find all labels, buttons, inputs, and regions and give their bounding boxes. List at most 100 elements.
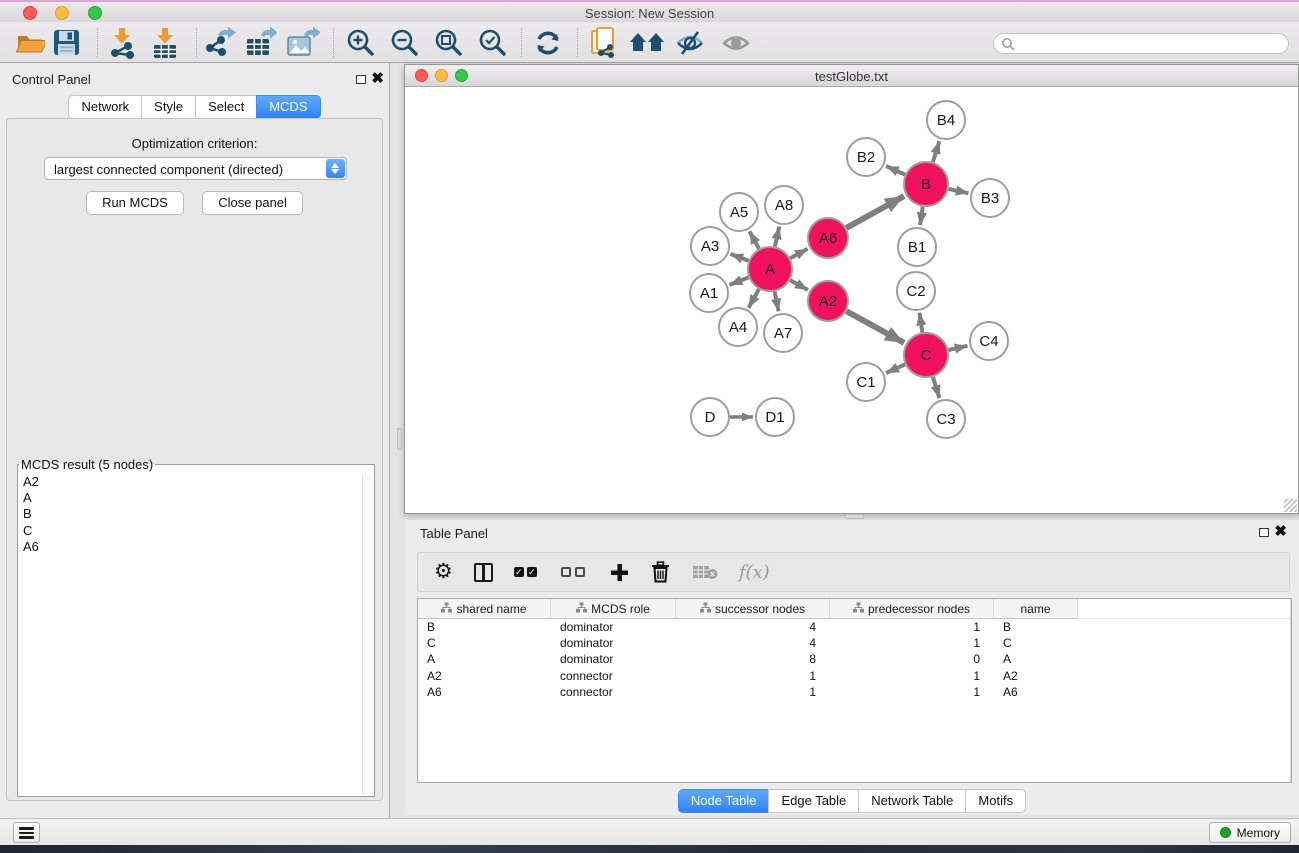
zoom-in-icon[interactable]: [343, 25, 379, 60]
table-cell[interactable]: dominator: [551, 652, 676, 666]
graph-edge-A-A4[interactable]: [749, 289, 759, 308]
houses-icon[interactable]: [629, 25, 665, 60]
graph-node-A1[interactable]: A1: [690, 274, 728, 312]
graph-node-A[interactable]: A: [748, 247, 792, 291]
graph-node-B4[interactable]: B4: [927, 101, 965, 139]
mcds-result-item[interactable]: C: [20, 523, 361, 539]
table-row[interactable]: Bdominator41B: [418, 619, 1291, 635]
network-graph[interactable]: B4B2BB3A5A8A6B1A3AC2A1A2A4A7C4CC1C3DD1: [405, 87, 1298, 513]
close-panel-icon[interactable]: ✖: [1274, 526, 1287, 538]
vertical-splitter-handle[interactable]: [397, 428, 402, 450]
table-tab-edge-table[interactable]: Edge Table: [768, 789, 859, 813]
graph-node-B3[interactable]: B3: [971, 179, 1009, 217]
graph-edge-A-A6[interactable]: [790, 249, 807, 258]
hide-graphics-details-icon[interactable]: [672, 25, 708, 60]
save-session-icon[interactable]: [48, 25, 84, 60]
graph-node-C[interactable]: C: [904, 333, 948, 377]
table-cell[interactable]: A: [418, 652, 551, 666]
node-table[interactable]: shared nameMCDS rolesuccessor nodesprede…: [417, 598, 1292, 783]
graph-node-D[interactable]: D: [691, 398, 729, 436]
apply-layout-icon[interactable]: [530, 25, 566, 60]
zoom-selected-icon[interactable]: [475, 25, 511, 60]
column-header-shared-name[interactable]: shared name: [418, 599, 551, 619]
search-box[interactable]: [993, 33, 1289, 54]
close-panel-icon[interactable]: ✖: [371, 73, 384, 85]
function-builder-icon[interactable]: f(x): [739, 562, 770, 583]
control-tab-network[interactable]: Network: [68, 95, 142, 119]
table-cell[interactable]: A2: [994, 669, 1078, 683]
dropdown-stepper-icon[interactable]: [326, 159, 345, 178]
graph-node-C3[interactable]: C3: [927, 400, 965, 438]
import-network-icon[interactable]: [104, 25, 140, 60]
graph-edge-C-C4[interactable]: [949, 346, 968, 350]
table-cell[interactable]: dominator: [551, 620, 676, 634]
table-tab-node-table[interactable]: Node Table: [678, 789, 770, 813]
column-header-name[interactable]: name: [994, 599, 1078, 619]
memory-button[interactable]: Memory: [1209, 822, 1291, 843]
table-cell[interactable]: A2: [418, 669, 551, 683]
mcds-result-item[interactable]: A: [20, 490, 361, 506]
graph-node-A3[interactable]: A3: [691, 227, 729, 265]
control-tab-select[interactable]: Select: [195, 95, 257, 119]
delete-table-icon[interactable]: [692, 564, 718, 580]
graph-edge-A-A2[interactable]: [790, 280, 808, 290]
table-cell[interactable]: B: [418, 620, 551, 634]
column-header-mcds-role[interactable]: MCDS role: [551, 599, 676, 619]
table-cell[interactable]: 1: [830, 669, 994, 683]
table-cell[interactable]: 1: [830, 685, 994, 699]
graph-edge-B-B1[interactable]: [920, 207, 923, 225]
table-cell[interactable]: 8: [676, 652, 830, 666]
graph-node-B2[interactable]: B2: [847, 138, 885, 176]
graph-edge-B-B3[interactable]: [949, 189, 969, 193]
network-view-window[interactable]: testGlobe.txt B4B2BB3A5A8A6B1A3AC2A1A2A4…: [404, 64, 1299, 514]
table-cell[interactable]: 1: [676, 685, 830, 699]
table-cell[interactable]: 1: [676, 669, 830, 683]
graph-node-C1[interactable]: C1: [847, 363, 885, 401]
column-header-predecessor-nodes[interactable]: predecessor nodes: [830, 599, 994, 619]
graph-edge-A-A1[interactable]: [730, 277, 749, 285]
float-panel-icon[interactable]: [1259, 528, 1269, 537]
zoom-fit-icon[interactable]: [431, 25, 467, 60]
graph-edge-A-A5[interactable]: [750, 231, 760, 249]
deselect-all-icon[interactable]: [561, 567, 589, 577]
show-graphics-details-icon[interactable]: [718, 25, 754, 60]
export-image-icon[interactable]: [285, 25, 321, 60]
table-cell[interactable]: C: [418, 636, 551, 650]
table-tab-network-table[interactable]: Network Table: [858, 789, 966, 813]
control-tab-style[interactable]: Style: [141, 95, 196, 119]
search-input[interactable]: [1020, 35, 1280, 52]
select-all-icon[interactable]: ✓✓: [514, 567, 540, 577]
table-cell[interactable]: C: [994, 636, 1078, 650]
delete-entry-icon[interactable]: [650, 561, 671, 583]
graph-node-A8[interactable]: A8: [765, 186, 803, 224]
mcds-result-item[interactable]: B: [20, 506, 361, 522]
graph-node-C4[interactable]: C4: [970, 322, 1008, 360]
table-cell[interactable]: 4: [676, 636, 830, 650]
network-canvas[interactable]: B4B2BB3A5A8A6B1A3AC2A1A2A4A7C4CC1C3DD1: [405, 87, 1298, 513]
open-session-icon[interactable]: [12, 25, 48, 60]
table-row[interactable]: A2connector11A2: [418, 668, 1291, 684]
graph-node-B[interactable]: B: [904, 162, 948, 206]
graph-edge-C-C2[interactable]: [919, 313, 922, 333]
table-cell[interactable]: 0: [830, 652, 994, 666]
control-tab-mcds[interactable]: MCDS: [256, 95, 320, 119]
network-window-titlebar[interactable]: testGlobe.txt: [405, 65, 1298, 87]
graph-edge-C-C1[interactable]: [886, 364, 905, 373]
main-titlebar[interactable]: Session: New Session: [0, 2, 1299, 22]
import-table-icon[interactable]: [147, 25, 183, 60]
graph-edge-A-A8[interactable]: [775, 227, 779, 247]
export-network-icon[interactable]: [202, 25, 238, 60]
graph-node-A2[interactable]: A2: [808, 281, 848, 321]
table-scrollbar[interactable]: [1290, 599, 1291, 782]
show-columns-icon[interactable]: [474, 563, 493, 582]
run-mcds-button[interactable]: Run MCDS: [86, 191, 184, 215]
table-row[interactable]: Adominator80A: [418, 651, 1291, 667]
mcds-result-item[interactable]: A2: [20, 474, 361, 490]
panel-list-button[interactable]: [13, 822, 40, 843]
graph-node-C2[interactable]: C2: [897, 272, 935, 310]
mcds-result-list[interactable]: A2ABCA6: [20, 474, 361, 794]
table-cell[interactable]: dominator: [551, 636, 676, 650]
graph-node-B1[interactable]: B1: [898, 228, 936, 266]
table-cell[interactable]: 1: [830, 636, 994, 650]
graph-edge-B-B4[interactable]: [933, 141, 940, 162]
